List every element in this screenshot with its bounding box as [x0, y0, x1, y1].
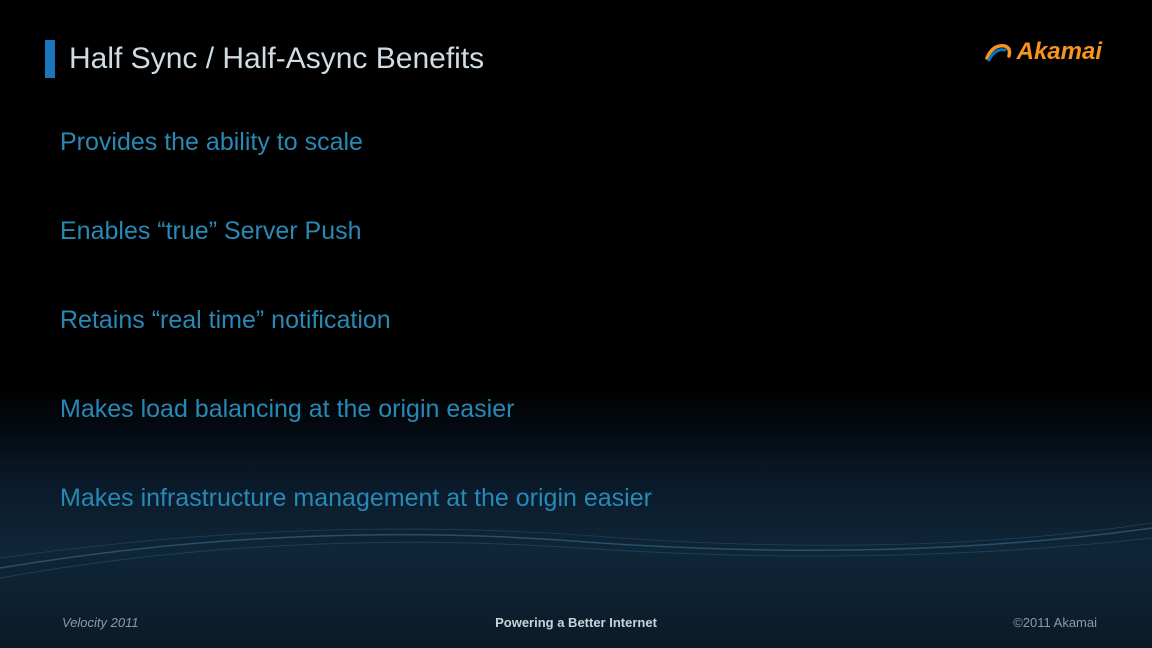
bullet-item: Makes load balancing at the origin easie… — [60, 395, 652, 424]
footer: Velocity 2011 Powering a Better Internet… — [0, 615, 1152, 630]
bullet-item: Enables “true” Server Push — [60, 217, 652, 246]
footer-copyright: ©2011 Akamai — [1013, 615, 1097, 630]
slide-container: Half Sync / Half-Async Benefits Akamai P… — [0, 0, 1152, 648]
akamai-logo: Akamai — [983, 38, 1102, 66]
footer-tagline: Powering a Better Internet — [495, 615, 657, 630]
title-marker — [45, 40, 55, 78]
akamai-wave-icon — [983, 38, 1013, 66]
bullet-item: Provides the ability to scale — [60, 128, 652, 157]
slide-title: Half Sync / Half-Async Benefits — [69, 42, 484, 76]
bullet-item: Makes infrastructure management at the o… — [60, 484, 652, 513]
bullet-list: Provides the ability to scale Enables “t… — [60, 128, 652, 573]
title-bar: Half Sync / Half-Async Benefits — [45, 40, 484, 78]
bullet-item: Retains “real time” notification — [60, 306, 652, 335]
logo-brand-text: Akamai — [1017, 38, 1102, 66]
footer-event: Velocity 2011 — [62, 615, 139, 630]
